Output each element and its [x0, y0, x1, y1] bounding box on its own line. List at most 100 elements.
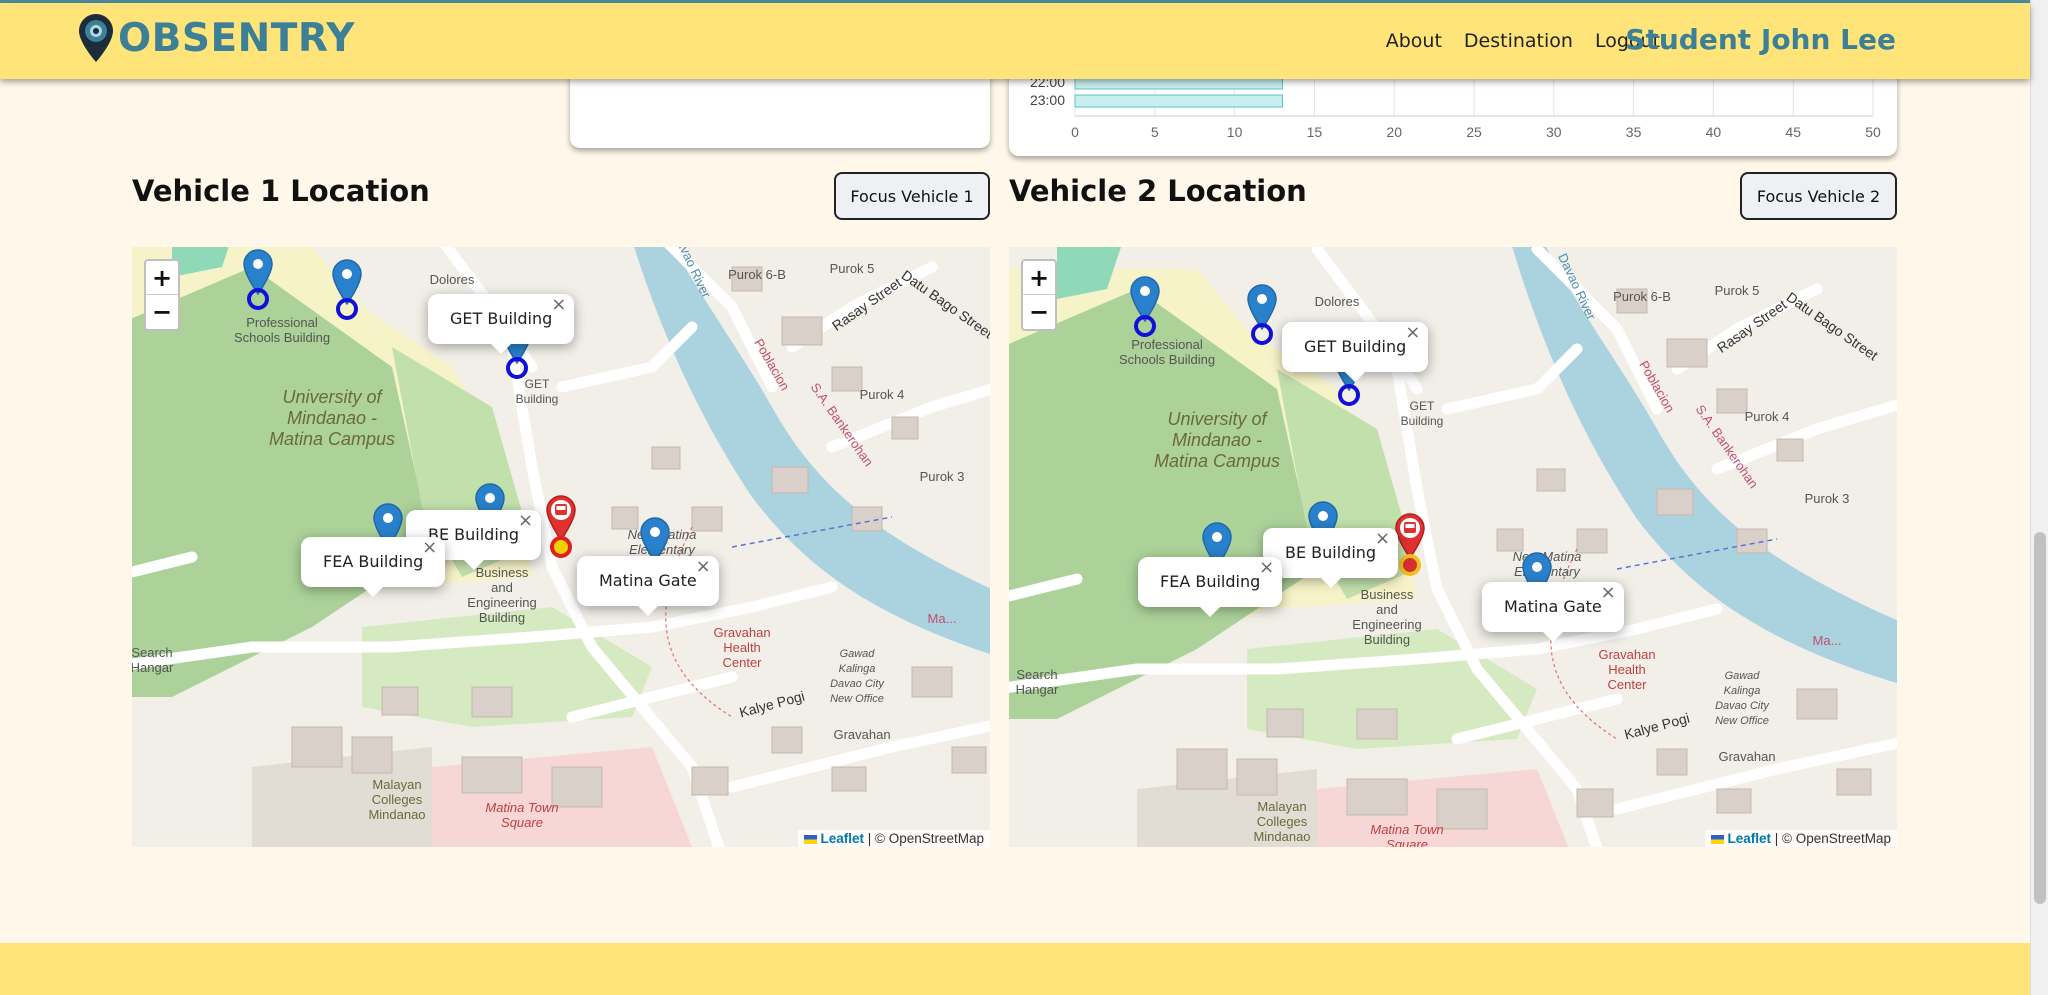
map-label-get: GET Building [1400, 399, 1444, 428]
stop-popup-be: BE Building × [1263, 528, 1399, 588]
map-label-business: Business and Engineering Building [1352, 587, 1422, 647]
map-label-malayan: Malayan Colleges Mindanao [368, 777, 426, 822]
popup-label: GET Building [450, 309, 553, 328]
x-tick-label: 40 [1706, 124, 1722, 140]
stop-popup-get: GET Building × [1282, 322, 1429, 382]
map-label-prof: Professional Schools Building [233, 315, 331, 345]
x-tick-label: 10 [1227, 124, 1243, 140]
nav-about-link[interactable]: About [1386, 30, 1442, 52]
stop-ring [506, 357, 528, 379]
map-label-business: Business and Engineering Building [467, 565, 537, 625]
x-tick-label: 30 [1546, 124, 1562, 140]
stop-popup-fea: FEA Building × [301, 537, 446, 597]
map-label-get: GET Building [515, 377, 559, 406]
map-label-dolores: Dolores [429, 272, 475, 287]
map-label-malayan: Malayan Colleges Mindanao [1253, 799, 1311, 844]
map-attribution: Leaflet | © OpenStreetMap [1705, 830, 1897, 847]
map-label-purok5: Purok 5 [1714, 283, 1760, 298]
ukraine-flag-icon [1711, 835, 1725, 844]
stop-ring [1134, 315, 1156, 337]
map-label-search: Search Hangar [132, 645, 174, 675]
ukraine-flag-icon [804, 835, 818, 844]
map-label-gravahan-health: Gravahan Health Center [713, 625, 771, 670]
map-label-purok6b: Purok 6-B [1613, 289, 1671, 304]
vehicle1-map[interactable]: University of Mindanao - Matina Campus Pr… [132, 247, 990, 847]
map-label-ma: Ma... [927, 611, 957, 626]
map-label-matina-square: Matina Town Square [1370, 822, 1444, 847]
leaflet-link[interactable]: Leaflet [820, 831, 864, 846]
map-label-campus: University of Mindanao - Matina Campus [1153, 409, 1281, 471]
leaflet-link[interactable]: Leaflet [1727, 831, 1771, 846]
x-tick-label: 35 [1626, 124, 1642, 140]
map-label-gawad: Gawad Kalinga Davao City New Office [1715, 670, 1769, 727]
popup-label: Matina Gate [1504, 597, 1602, 616]
y-category-label: 23:00 [1030, 92, 1065, 108]
popup-close-button[interactable]: × [696, 542, 711, 592]
map-label-purok4: Purok 4 [1744, 409, 1790, 424]
popup-label: FEA Building [1160, 572, 1261, 591]
map-attribution: Leaflet | © OpenStreetMap [798, 830, 990, 847]
map-label-prof: Professional Schools Building [1118, 337, 1216, 367]
focus-vehicle2-button[interactable]: Focus Vehicle 2 [1740, 172, 1897, 220]
navbar: OBSENTRY About Destination Logout Studen… [0, 3, 2030, 79]
x-tick-label: 45 [1785, 124, 1801, 140]
map-label-ma: Ma... [1812, 633, 1842, 648]
x-tick-label: 50 [1865, 124, 1881, 140]
scrollbar-thumb[interactable] [2034, 532, 2046, 904]
page-scrollbar[interactable] [2030, 0, 2048, 995]
zoom-control: + − [1021, 259, 1057, 331]
popup-label: GET Building [1304, 337, 1407, 356]
popup-close-button[interactable]: × [422, 523, 437, 573]
hour-bar [1074, 94, 1283, 108]
map-label-matina-square: Matina Town Square [485, 800, 559, 830]
popup-close-button[interactable]: × [1259, 543, 1274, 593]
user-name[interactable]: Student John Lee [1625, 23, 1896, 56]
popup-label: FEA Building [323, 552, 424, 571]
nav-links: About Destination Logout [1386, 30, 1660, 52]
footer [0, 943, 2030, 995]
stop-ring [1251, 323, 1273, 345]
map-label-gawad: Gawad Kalinga Davao City New Office [830, 648, 884, 705]
popup-label: Matina Gate [599, 571, 697, 590]
popup-close-button[interactable]: × [1601, 568, 1616, 618]
x-tick-label: 15 [1307, 124, 1323, 140]
logo-pin-icon [79, 14, 113, 62]
map-label-search: Search Hangar [1015, 667, 1059, 697]
stop-popup-matina: Matina Gate × [1482, 582, 1624, 642]
vehicle-position-ring [1399, 554, 1421, 576]
vehicle1-title: Vehicle 1 Location [132, 174, 430, 208]
vehicle2-map[interactable]: University of Mindanao - Matina Campus Pr… [1009, 247, 1897, 847]
map-label-purok6b: Purok 6-B [728, 267, 786, 282]
x-tick-label: 0 [1071, 124, 1079, 140]
map-label-gravahan: Gravahan [833, 727, 891, 742]
map-label-gravahan: Gravahan [1718, 749, 1776, 764]
map-label-purok5: Purok 5 [829, 261, 875, 276]
popup-close-button[interactable]: × [1375, 514, 1390, 564]
x-tick-label: 25 [1466, 124, 1482, 140]
x-tick-label: 5 [1151, 124, 1159, 140]
stop-ring [247, 288, 269, 310]
popup-label: BE Building [1285, 543, 1377, 562]
map-label-campus: University of Mindanao - Matina Campus [268, 387, 396, 449]
popup-close-button[interactable]: × [1405, 308, 1420, 358]
map-label-purok4: Purok 4 [859, 387, 905, 402]
stop-popup-fea: FEA Building × [1138, 557, 1283, 617]
stop-ring [1338, 384, 1360, 406]
popup-close-button[interactable]: × [551, 280, 566, 330]
focus-vehicle1-button[interactable]: Focus Vehicle 1 [834, 172, 990, 220]
osm-attribution: | © OpenStreetMap [863, 831, 984, 846]
zoom-in-button[interactable]: + [1023, 261, 1055, 295]
brand-name: OBSENTRY [118, 15, 355, 61]
zoom-in-button[interactable]: + [146, 261, 178, 295]
map-label-purok3: Purok 3 [919, 469, 965, 484]
nav-destination-link[interactable]: Destination [1464, 30, 1573, 52]
zoom-out-button[interactable]: − [146, 295, 178, 329]
zoom-control: + − [144, 259, 180, 331]
map-label-dolores: Dolores [1314, 294, 1360, 309]
osm-attribution: | © OpenStreetMap [1770, 831, 1891, 846]
brand[interactable]: OBSENTRY [78, 13, 355, 63]
popup-close-button[interactable]: × [518, 496, 533, 546]
stop-ring [336, 298, 358, 320]
zoom-out-button[interactable]: − [1023, 295, 1055, 329]
x-tick-label: 20 [1386, 124, 1402, 140]
